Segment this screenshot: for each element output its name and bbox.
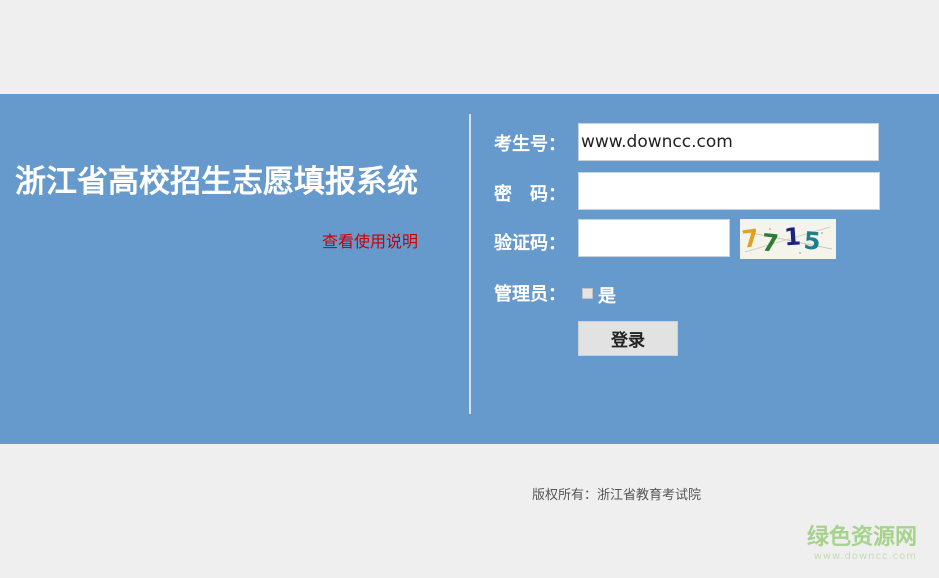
password-input[interactable]	[578, 172, 880, 210]
captcha-image[interactable]: 7715	[740, 219, 836, 259]
captcha-input[interactable]	[578, 219, 730, 257]
exam-id-input[interactable]	[578, 123, 879, 161]
system-title: 浙江省高校招生志愿填报系统	[15, 164, 418, 200]
copyright-text: 版权所有：浙江省教育考试院	[532, 488, 702, 503]
exam-id-label: 考生号：	[494, 134, 566, 155]
admin-label: 管理员：	[494, 284, 566, 305]
login-band: 浙江省高校招生志愿填报系统 查看使用说明 考生号： 密 码： 验证码： 7715…	[0, 94, 939, 444]
help-link[interactable]: 查看使用说明	[322, 228, 418, 252]
captcha-char: 7	[740, 224, 760, 254]
captcha-char: 7	[760, 228, 780, 258]
divider	[469, 114, 471, 414]
login-button[interactable]: 登录	[578, 321, 678, 356]
watermark-text: 绿色资源网	[806, 525, 917, 550]
admin-checkbox[interactable]	[582, 288, 593, 299]
admin-checkbox-label[interactable]: 是	[598, 282, 616, 308]
captcha-char: 5	[803, 226, 822, 255]
watermark: 绿色资源网 www.downcc.com	[807, 525, 917, 562]
captcha-char: 1	[783, 222, 802, 251]
password-label: 密 码：	[494, 184, 566, 205]
watermark-url: www.downcc.com	[813, 551, 917, 562]
captcha-label: 验证码：	[494, 233, 566, 254]
